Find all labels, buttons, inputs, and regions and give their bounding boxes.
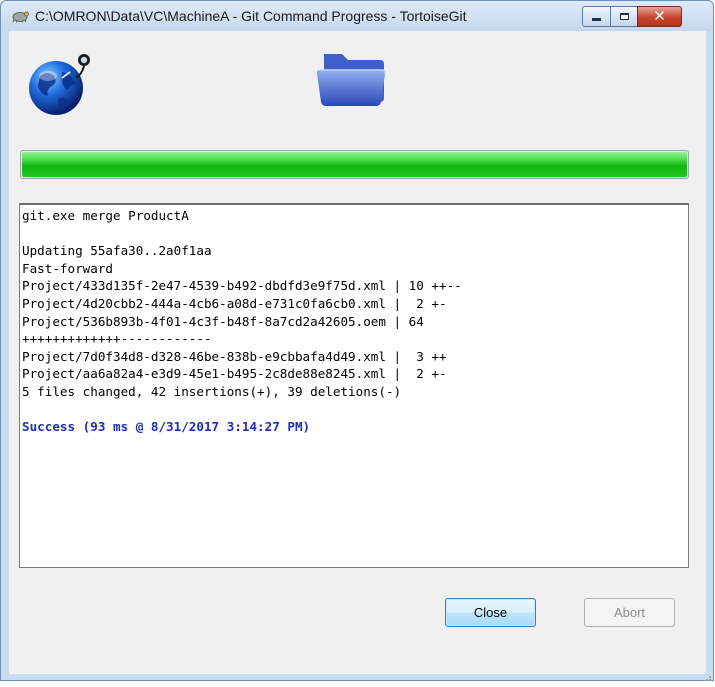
log-line: Project/aa6a82a4-e3d9-45e1-b495-2c8de88e… xyxy=(22,366,447,382)
resize-grip-icon[interactable] xyxy=(702,669,712,681)
window-close-button[interactable]: ✕ xyxy=(637,6,682,27)
window-title: C:\OMRON\Data\VC\MachineA - Git Command … xyxy=(35,8,467,24)
log-line: Project/433d135f-2e47-4539-b492-dbdfd3e9… xyxy=(22,278,462,294)
log-line: Project/4d20cbb2-444a-4cb6-a08d-e731c0fa… xyxy=(22,295,447,311)
abort-button[interactable]: Abort xyxy=(584,598,675,627)
log-line: Project/536b893b-4f01-4c3f-b48f-8a7cd2a4… xyxy=(22,313,424,329)
log-success-line: Success (93 ms @ 8/31/2017 3:14:27 PM) xyxy=(22,419,311,435)
globe-network-icon xyxy=(18,42,102,131)
close-button[interactable]: Close xyxy=(445,598,536,627)
log-line: +++++++++++++------------ xyxy=(22,331,212,347)
progress-bar-fill xyxy=(22,152,687,177)
close-icon: ✕ xyxy=(653,7,666,25)
log-line: git.exe merge ProductA xyxy=(22,208,189,223)
progress-bar xyxy=(20,150,689,179)
log-line: Fast-forward xyxy=(22,260,113,276)
title-bar[interactable]: C:\OMRON\Data\VC\MachineA - Git Command … xyxy=(1,1,713,31)
log-line: Project/7d0f34d8-d328-46be-838b-e9cbbafa… xyxy=(22,348,447,364)
log-line: 5 files changed, 42 insertions(+), 39 de… xyxy=(22,383,402,399)
maximize-button[interactable] xyxy=(610,6,638,27)
minimize-icon xyxy=(592,18,601,21)
folder-icon xyxy=(314,40,394,117)
maximize-icon xyxy=(619,13,629,20)
minimize-button[interactable] xyxy=(582,6,611,27)
output-log[interactable]: git.exe merge ProductA Updating 55afa30..… xyxy=(19,203,689,568)
tortoisegit-icon[interactable] xyxy=(11,9,29,23)
log-line: Updating 55afa30..2a0f1aa xyxy=(22,243,212,259)
